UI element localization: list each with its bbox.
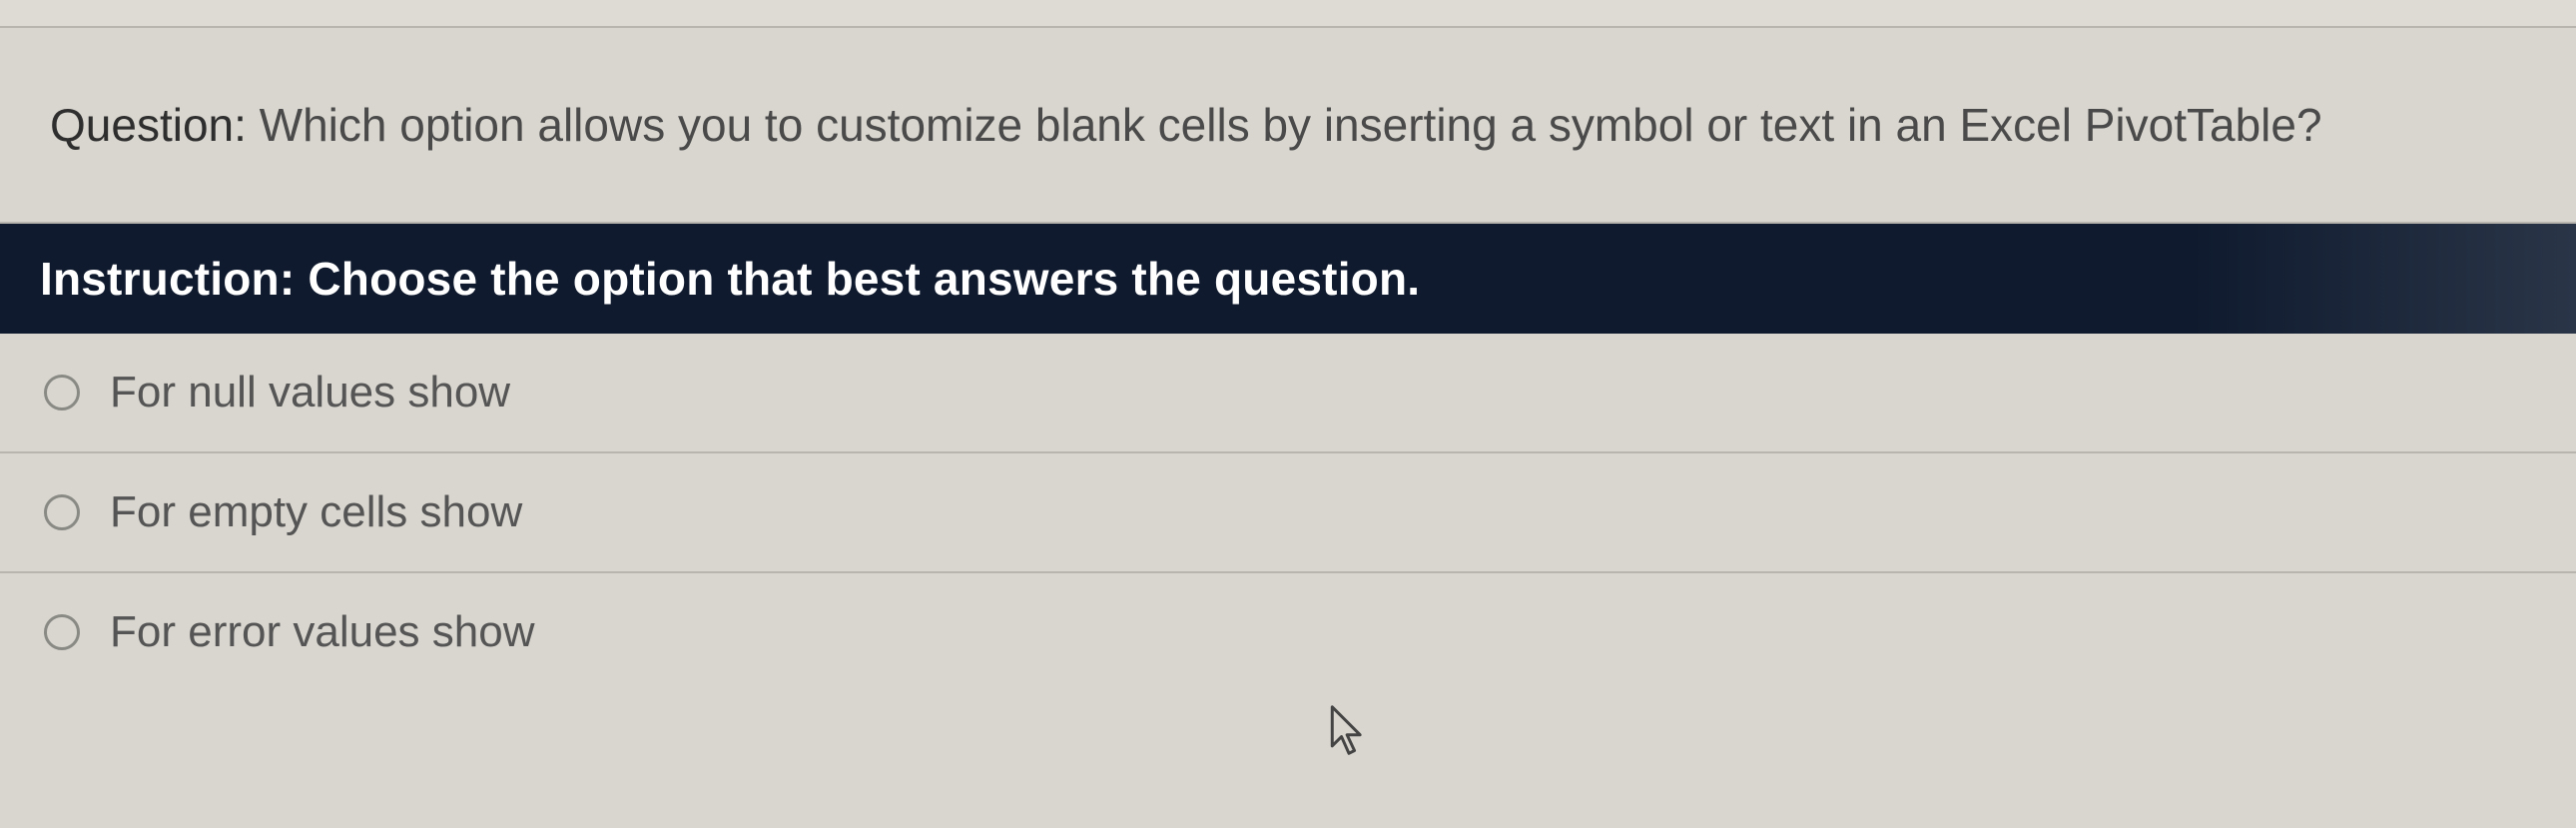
instruction-label: Instruction: xyxy=(40,253,308,305)
cursor-icon xyxy=(1328,705,1370,762)
radio-icon[interactable] xyxy=(44,375,80,411)
quiz-container: Question: Which option allows you to cus… xyxy=(0,0,2576,691)
instruction-bar: Instruction: Choose the option that best… xyxy=(0,224,2576,334)
option-label: For empty cells show xyxy=(110,487,522,537)
top-divider xyxy=(0,0,2576,28)
question-row: Question: Which option allows you to cus… xyxy=(0,28,2576,224)
option-empty-cells[interactable]: For empty cells show xyxy=(0,453,2576,573)
radio-icon[interactable] xyxy=(44,494,80,530)
question-label: Question: xyxy=(50,99,247,151)
option-label: For null values show xyxy=(110,368,510,417)
option-null-values[interactable]: For null values show xyxy=(0,334,2576,453)
option-label: For error values show xyxy=(110,607,534,657)
radio-icon[interactable] xyxy=(44,614,80,650)
instruction-text: Choose the option that best answers the … xyxy=(308,253,1420,305)
question-text: Which option allows you to customize bla… xyxy=(247,99,2322,151)
option-error-values[interactable]: For error values show xyxy=(0,573,2576,691)
